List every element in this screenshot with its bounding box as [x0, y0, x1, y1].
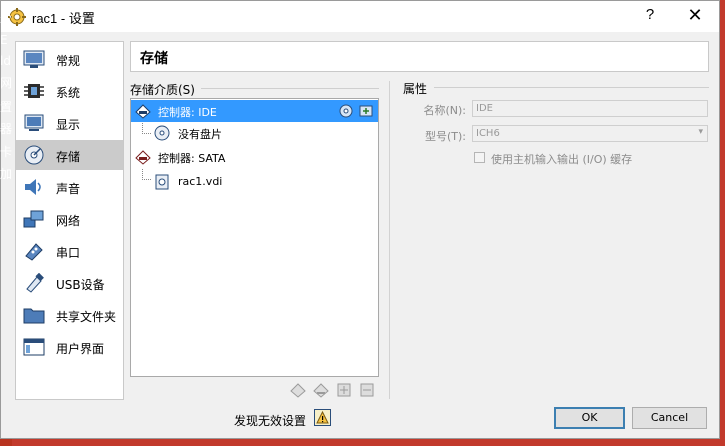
sidebar-item-label: 用户界面 — [56, 342, 105, 356]
sidebar-item-storage[interactable]: 存储 — [16, 140, 123, 170]
remove-attachment-icon[interactable] — [359, 382, 375, 398]
sata-controller-icon — [135, 150, 151, 165]
name-label: 名称(N): — [423, 104, 466, 117]
tree-item-disk-vdi[interactable]: rac1.vdi — [131, 171, 378, 193]
hard-disk-icon — [155, 174, 169, 190]
add-attachment-icon[interactable] — [336, 382, 352, 398]
use-host-io-checkbox[interactable] — [474, 152, 485, 163]
storage-tree[interactable]: 控制器: IDE 没有盘片 控制器: SATA rac1.vdi — [130, 98, 379, 377]
settings-sidebar: 常规 系统 显示 存储 声音 网络 串口 USB设备 共享文件夹 用户界面 — [15, 41, 124, 400]
storage-media-label: 存储介质(S) — [130, 83, 195, 97]
network-icon — [23, 210, 44, 228]
type-select[interactable]: ICH6 ▾ — [472, 125, 708, 142]
tree-item-label: rac1.vdi — [178, 175, 223, 188]
sidebar-item-serial[interactable]: 串口 — [16, 236, 123, 266]
general-icon — [23, 50, 45, 68]
sidebar-item-shared-folders[interactable]: 共享文件夹 — [16, 300, 123, 330]
ide-controller-icon — [135, 104, 151, 119]
sidebar-item-label: 网络 — [56, 214, 81, 228]
sidebar-item-label: USB设备 — [56, 278, 105, 292]
close-button[interactable]: ✕ — [682, 5, 708, 26]
usb-icon — [26, 273, 44, 293]
warning-icon[interactable] — [314, 409, 331, 426]
name-field[interactable]: IDE — [472, 100, 708, 117]
type-label: 型号(T): — [424, 130, 466, 143]
optical-disc-icon — [154, 125, 170, 141]
remove-controller-icon[interactable] — [313, 382, 329, 398]
type-select-value: ICH6 — [476, 128, 500, 139]
sidebar-item-label: 存储 — [56, 150, 81, 164]
invalid-settings-label: 发现无效设置 — [234, 414, 307, 428]
tree-item-label: 没有盘片 — [178, 128, 222, 141]
speaker-icon — [25, 179, 41, 195]
add-controller-icon[interactable] — [290, 382, 306, 398]
sidebar-item-system[interactable]: 系统 — [16, 76, 123, 106]
page-header: 存储 — [130, 41, 709, 72]
section-divider — [201, 88, 379, 89]
sidebar-item-label: 常规 — [56, 54, 81, 68]
sidebar-item-label: 显示 — [56, 118, 81, 132]
help-button[interactable]: ? — [638, 6, 662, 23]
display-monitor-icon — [24, 114, 44, 131]
serial-port-icon — [25, 243, 43, 261]
add-hard-disk-icon[interactable] — [359, 104, 373, 118]
chevron-down-icon: ▾ — [698, 127, 703, 137]
tree-item-controller-ide[interactable]: 控制器: IDE — [131, 100, 378, 122]
sidebar-item-label: 系统 — [56, 86, 81, 100]
tree-item-controller-sata[interactable]: 控制器: SATA — [131, 146, 378, 168]
properties-label: 属性 — [403, 82, 428, 96]
sidebar-item-user-interface[interactable]: 用户界面 — [16, 332, 123, 362]
sidebar-item-label: 声音 — [56, 182, 81, 196]
title-bar: rac1 - 设置 ? ✕ — [1, 1, 719, 32]
sidebar-item-general[interactable]: 常规 — [16, 44, 123, 74]
cancel-button[interactable]: Cancel — [632, 407, 707, 429]
tree-item-label: 控制器: SATA — [158, 152, 226, 165]
window-title: rac1 - 设置 — [32, 11, 95, 26]
sidebar-item-display[interactable]: 显示 — [16, 108, 123, 138]
sidebar-item-network[interactable]: 网络 — [16, 204, 123, 234]
sidebar-item-label: 共享文件夹 — [56, 310, 117, 324]
vertical-separator — [389, 81, 390, 399]
user-interface-icon — [23, 338, 45, 356]
sidebar-item-label: 串口 — [56, 246, 81, 260]
use-host-io-label: 使用主机输入输出 (I/O) 缓存 — [491, 153, 633, 166]
tree-item-empty-optical[interactable]: 没有盘片 — [131, 122, 378, 144]
ok-button[interactable]: OK — [554, 407, 625, 429]
system-chip-icon — [24, 84, 44, 98]
tree-item-label: 控制器: IDE — [158, 106, 217, 119]
section-divider — [434, 87, 709, 88]
settings-dialog: rac1 - 设置 ? ✕ 常规 系统 显示 存储 声音 网络 串口 USB设备… — [0, 0, 720, 439]
add-optical-drive-icon[interactable] — [339, 104, 353, 118]
folder-icon — [23, 308, 45, 324]
storage-disk-icon — [24, 145, 44, 165]
page-title: 存储 — [140, 51, 168, 67]
sidebar-item-audio[interactable]: 声音 — [16, 172, 123, 202]
sidebar-item-usb[interactable]: USB设备 — [16, 268, 123, 298]
